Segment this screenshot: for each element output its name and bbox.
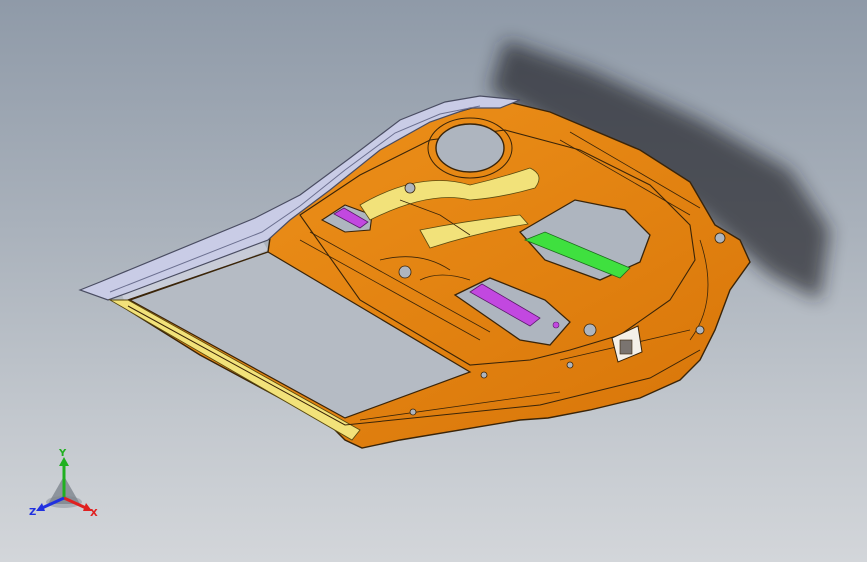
z-axis-label: Z [29, 507, 36, 518]
y-axis-label: Y [58, 448, 67, 459]
3d-viewport[interactable]: Y X Z [0, 0, 867, 562]
orientation-triad[interactable]: Y X Z [28, 448, 100, 520]
car-door-model[interactable] [0, 0, 867, 562]
speaker-cutout [435, 123, 505, 173]
magenta-highlight-dot [552, 321, 560, 329]
x-axis-label: X [90, 508, 98, 519]
